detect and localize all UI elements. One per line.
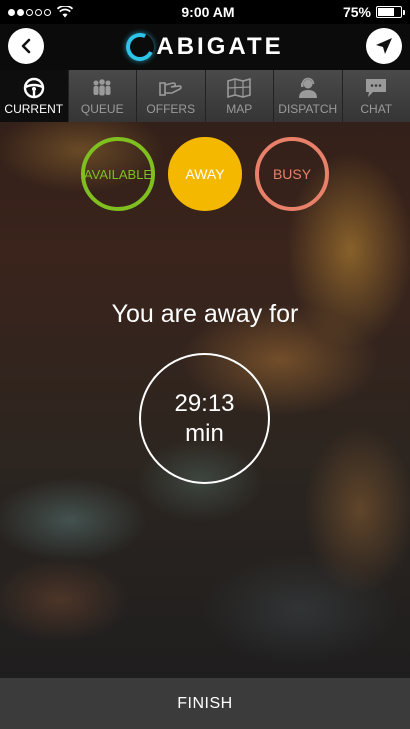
status-left	[8, 6, 73, 18]
tab-dispatch[interactable]: DISPATCH	[274, 70, 343, 122]
people-group-icon	[93, 78, 111, 95]
status-right: 75%	[342, 4, 405, 20]
main-tab-bar: CURRENT QUEUE OFFERS MAP DISPATCH CHAT	[0, 70, 410, 122]
status-time: 9:00 AM	[181, 4, 235, 20]
hand-offer-icon	[158, 81, 182, 96]
away-duration-label: You are away for	[111, 300, 299, 328]
chat-bubble-icon	[366, 78, 387, 97]
tab-label: CURRENT	[4, 101, 64, 116]
tab-label: DISPATCH	[278, 101, 338, 116]
dispatcher-icon	[298, 77, 317, 98]
battery-icon	[375, 6, 405, 18]
map-icon	[227, 77, 252, 98]
available-toggle[interactable]: AVAILABLE	[81, 137, 155, 211]
away-timer: 29:13 min	[139, 353, 270, 484]
app-header: ABIGATE	[0, 24, 410, 70]
tab-current[interactable]: CURRENT	[0, 70, 69, 122]
tab-map[interactable]: MAP	[205, 70, 274, 122]
logo-text: ABIGATE	[156, 33, 284, 60]
tab-offers[interactable]: OFFERS	[137, 70, 206, 122]
busy-toggle[interactable]: BUSY	[255, 137, 329, 211]
tab-chat[interactable]: CHAT	[342, 70, 410, 122]
tab-label: MAP	[226, 101, 253, 116]
cabigate-logo: ABIGATE	[122, 29, 284, 65]
chevron-left-icon	[21, 38, 31, 54]
timer-value: 29:13	[174, 389, 235, 417]
tab-label: CHAT	[360, 101, 393, 116]
tab-label: OFFERS	[146, 101, 196, 116]
timer-unit: min	[185, 419, 224, 447]
status-bar: 9:00 AM 75%	[0, 0, 410, 24]
steering-wheel-icon	[23, 77, 44, 98]
navigate-button[interactable]	[366, 28, 402, 64]
away-toggle[interactable]: AWAY	[168, 137, 242, 211]
signal-strength-icon	[8, 8, 51, 16]
battery-percent: 75%	[342, 4, 371, 20]
back-button[interactable]	[8, 28, 44, 64]
wifi-icon	[57, 6, 73, 18]
tab-queue[interactable]: QUEUE	[68, 70, 137, 122]
status-toggle-group: AVAILABLE AWAY BUSY	[0, 137, 410, 212]
tab-label: QUEUE	[80, 101, 124, 116]
logo-c-mark	[122, 29, 159, 65]
navigation-arrow-icon	[376, 38, 392, 54]
finish-button[interactable]: FINISH	[0, 678, 410, 729]
